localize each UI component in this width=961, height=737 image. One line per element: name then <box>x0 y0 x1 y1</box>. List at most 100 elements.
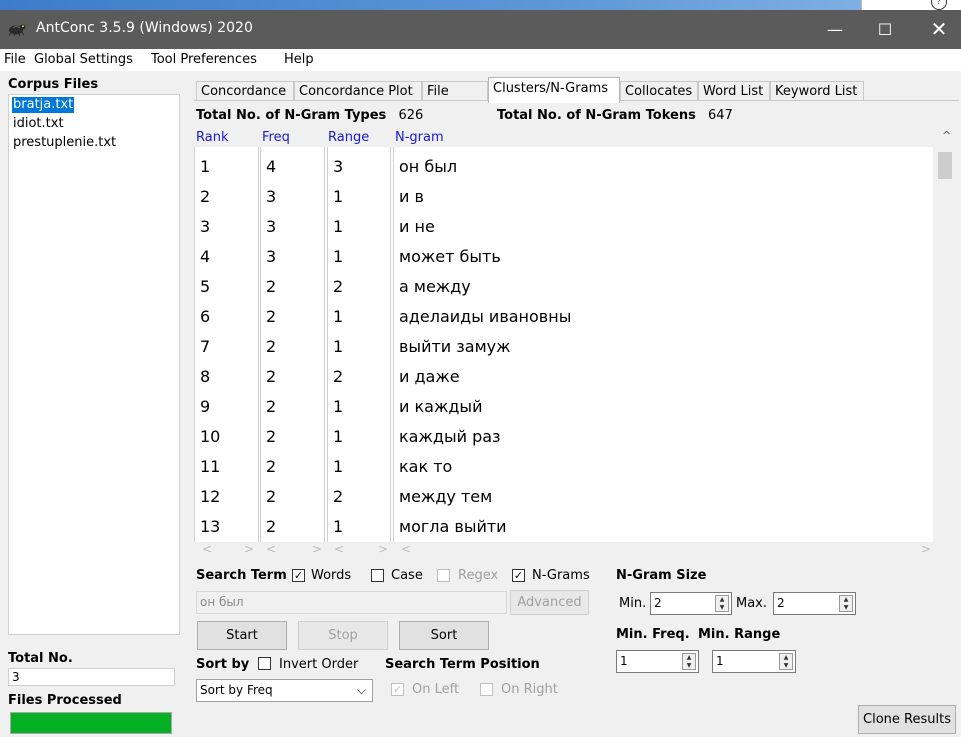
freq-cell[interactable]: 2 <box>266 307 276 327</box>
close-button[interactable]: ✕ <box>916 10 961 49</box>
spinner-arrows-icon[interactable]: ▲ ▼ <box>839 595 853 612</box>
range-cell[interactable]: 2 <box>333 487 343 507</box>
rank-cell[interactable]: 10 <box>200 427 220 447</box>
range-cell[interactable]: 1 <box>333 307 343 327</box>
on-right-checkbox[interactable] <box>480 683 493 696</box>
rank-cell[interactable]: 12 <box>200 487 220 507</box>
results-vertical-scrollbar[interactable] <box>933 147 957 542</box>
range-cell[interactable]: 1 <box>333 217 343 237</box>
range-column[interactable]: 3 1 1 1 2 1 1 2 1 1 1 2 1 <box>327 147 391 542</box>
ngram-cell[interactable]: аделаиды ивановны <box>399 307 571 327</box>
ngram-cell[interactable]: и даже <box>399 367 460 387</box>
freq-cell[interactable]: 3 <box>266 247 276 267</box>
range-cell[interactable]: 2 <box>333 277 343 297</box>
rank-cell[interactable]: 2 <box>200 187 210 207</box>
range-cell[interactable]: 1 <box>333 457 343 477</box>
scroll-left-icon[interactable]: < <box>334 542 344 556</box>
scroll-right-icon[interactable]: > <box>312 542 322 556</box>
column-header-ngram[interactable]: N-gram <box>395 130 444 145</box>
ngram-cell[interactable]: и не <box>399 217 435 237</box>
ngram-max-spinner[interactable]: 2 ▲ ▼ <box>773 592 856 615</box>
range-cell[interactable]: 1 <box>333 187 343 207</box>
corpus-file-list[interactable]: bratja.txt idiot.txt prestuplenie.txt <box>8 94 180 635</box>
freq-column[interactable]: 4 3 3 3 2 2 2 2 2 2 2 2 2 <box>260 147 325 542</box>
results-table[interactable]: 1 2 3 4 5 6 7 8 9 10 11 12 13 4333222222222 31112112… <box>194 147 957 542</box>
freq-cell[interactable]: 2 <box>266 397 276 417</box>
rank-cell[interactable]: 4 <box>200 247 210 267</box>
maximize-button[interactable]: ☐ <box>862 10 908 49</box>
freq-cell[interactable]: 2 <box>266 487 276 507</box>
rank-cell[interactable]: 3 <box>200 217 210 237</box>
title-bar[interactable]: AntConc 3.5.9 (Windows) 2020 — ☐ ✕ <box>0 10 961 49</box>
scroll-left-icon[interactable]: < <box>266 542 276 556</box>
ngram-cell[interactable]: и в <box>399 187 424 207</box>
rank-cell[interactable]: 13 <box>200 517 220 537</box>
freq-cell[interactable]: 4 <box>266 157 276 177</box>
tab-word-list[interactable]: Word List <box>698 81 770 102</box>
clone-results-button[interactable]: Clone Results <box>858 705 956 734</box>
range-cell[interactable]: 2 <box>333 367 343 387</box>
minimize-button[interactable]: — <box>812 10 858 49</box>
on-left-checkbox[interactable]: ✓ <box>391 683 404 696</box>
rank-cell[interactable]: 6 <box>200 307 210 327</box>
search-term-input[interactable]: он был <box>196 591 507 614</box>
advanced-button[interactable]: Advanced <box>510 590 589 615</box>
column-header-freq[interactable]: Freq <box>262 130 290 145</box>
column-header-range[interactable]: Range <box>328 130 369 145</box>
ngram-cell[interactable]: между тем <box>399 487 492 507</box>
menu-global-settings[interactable]: Global Settings <box>34 52 133 67</box>
tab-clusters-ngrams[interactable]: Clusters/N-Grams <box>488 77 620 103</box>
case-checkbox[interactable] <box>371 569 384 582</box>
column-header-rank[interactable]: Rank <box>196 130 228 145</box>
scroll-right-icon[interactable]: > <box>921 542 931 556</box>
ngram-cell[interactable]: могла выйти <box>399 517 507 537</box>
spinner-arrows-icon[interactable]: ▲ ▼ <box>779 653 793 670</box>
ngrams-checkbox[interactable]: ✓ <box>512 569 525 582</box>
scroll-left-icon[interactable]: < <box>401 542 411 556</box>
ngram-min-spinner[interactable]: 2 ▲ ▼ <box>650 592 732 615</box>
scroll-right-icon[interactable]: > <box>378 542 388 556</box>
tab-collocates[interactable]: Collocates <box>620 81 698 102</box>
ngram-cell[interactable]: он был <box>399 157 457 177</box>
tab-concordance[interactable]: Concordance <box>196 81 294 102</box>
range-cell[interactable]: 1 <box>333 427 343 447</box>
scroll-up-icon[interactable]: ^ <box>942 129 951 142</box>
freq-cell[interactable]: 2 <box>266 427 276 447</box>
start-button[interactable]: Start <box>197 621 287 650</box>
ngram-cell[interactable]: каждый раз <box>399 427 501 447</box>
corpus-file-item[interactable]: idiot.txt <box>12 116 65 132</box>
regex-checkbox[interactable] <box>437 569 450 582</box>
corpus-file-item[interactable]: prestuplenie.txt <box>12 135 117 151</box>
ngram-cell[interactable]: а между <box>399 277 471 297</box>
scroll-left-icon[interactable]: < <box>202 542 212 556</box>
range-cell[interactable]: 1 <box>333 247 343 267</box>
freq-cell[interactable]: 2 <box>266 367 276 387</box>
rank-cell[interactable]: 7 <box>200 337 210 357</box>
ngram-cell[interactable]: может быть <box>399 247 501 267</box>
range-cell[interactable]: 3 <box>333 157 343 177</box>
ngram-cell[interactable]: выйти замуж <box>399 337 511 357</box>
words-checkbox[interactable]: ✓ <box>292 569 305 582</box>
min-freq-spinner[interactable]: 1 ▲ ▼ <box>616 650 699 673</box>
freq-cell[interactable]: 2 <box>266 517 276 537</box>
freq-cell[interactable]: 3 <box>266 187 276 207</box>
range-cell[interactable]: 1 <box>333 517 343 537</box>
freq-cell[interactable]: 2 <box>266 457 276 477</box>
scroll-right-icon[interactable]: > <box>244 542 254 556</box>
range-cell[interactable]: 1 <box>333 397 343 417</box>
invert-order-checkbox[interactable] <box>258 657 271 670</box>
ngram-cell[interactable]: и каждый <box>399 397 482 417</box>
rank-cell[interactable]: 1 <box>200 157 210 177</box>
tab-file-view[interactable]: File View <box>422 81 488 118</box>
min-range-spinner[interactable]: 1 ▲ ▼ <box>712 650 796 673</box>
rank-cell[interactable]: 5 <box>200 277 210 297</box>
spinner-arrows-icon[interactable]: ▲ ▼ <box>715 595 729 612</box>
corpus-file-item[interactable]: bratja.txt <box>12 97 75 113</box>
menu-help[interactable]: Help <box>284 52 314 67</box>
menu-file[interactable]: File <box>4 52 26 67</box>
scrollbar-thumb[interactable] <box>938 152 952 179</box>
horizontal-scrollbars[interactable]: < > < > < > < > <box>194 542 959 558</box>
sort-by-select[interactable]: Sort by Freq ⌵ <box>196 679 373 702</box>
freq-cell[interactable]: 2 <box>266 337 276 357</box>
spinner-arrows-icon[interactable]: ▲ ▼ <box>682 653 696 670</box>
